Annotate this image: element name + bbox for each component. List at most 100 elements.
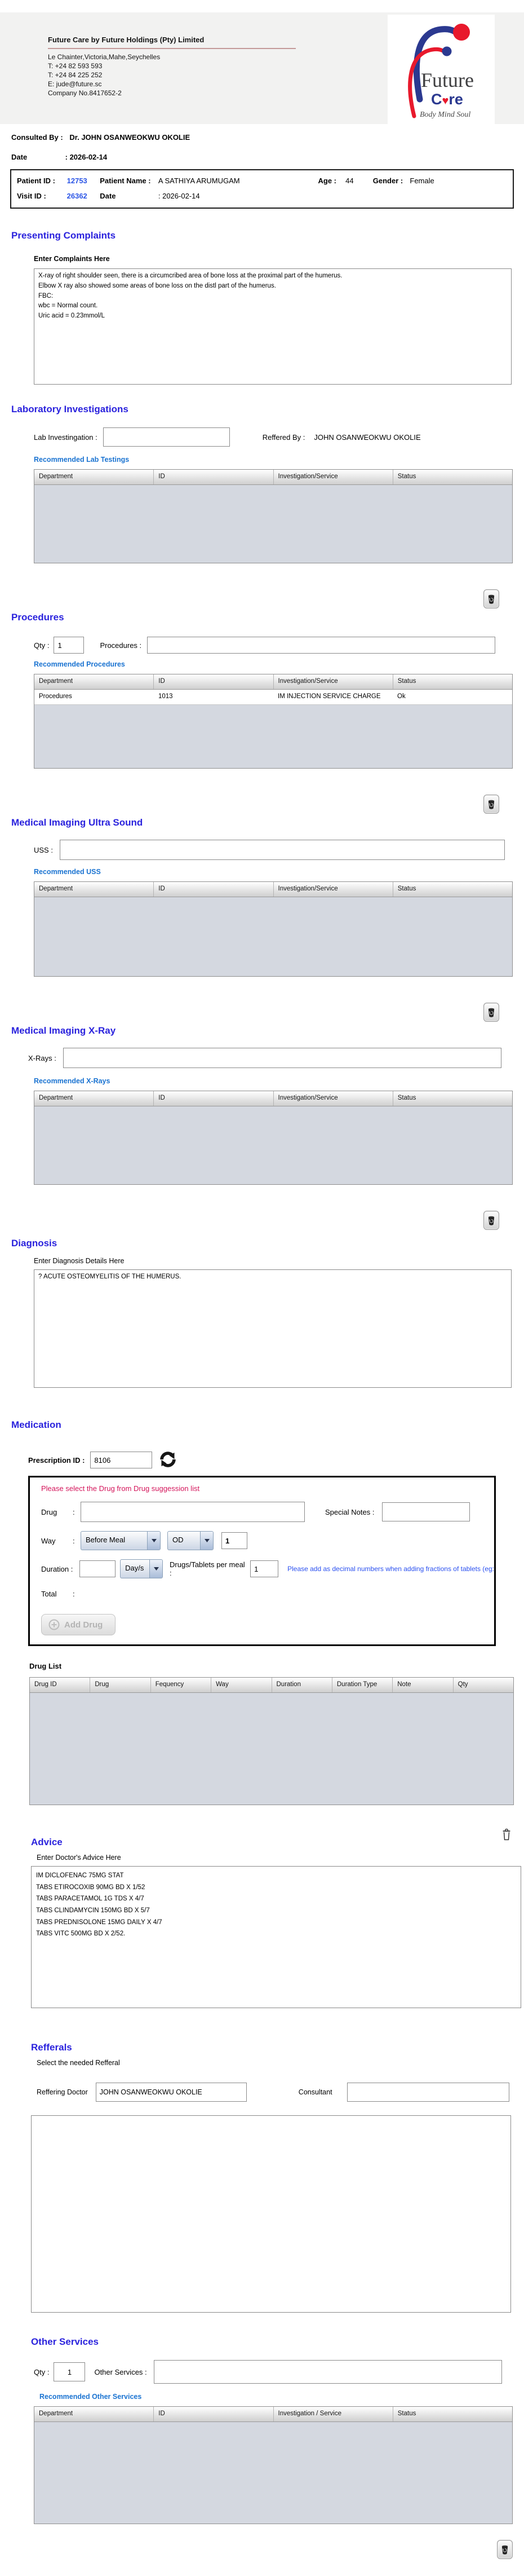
procedures-header-department: Department [34,674,154,689]
referred-by-value: JOHN OSANWEOKWU OKOLIE [314,433,421,442]
drug-suggestion-alert: Please select the Drug from Drug suggess… [41,1484,200,1493]
letterhead: Future Care by Future Holdings (Pty) Lim… [0,12,524,124]
advice-textarea[interactable]: IM DICLOFENAC 75MG STAT TABS ETIROCOXIB … [31,1866,521,2008]
uss-input[interactable] [59,840,505,860]
xrays-input[interactable] [63,1048,501,1068]
patient-info-row-1: Patient ID : 12753 Patient Name : A SATH… [17,177,508,185]
drug-header-duration-type: Duration Type [332,1678,393,1692]
chevron-down-icon [147,1532,160,1550]
referrals-title: Refferals [31,2042,72,2053]
procedures-table: Department ID Investigation/Service Stat… [34,674,513,769]
procedure-row-status: Ok [397,693,406,700]
way-colon: : [73,1536,75,1545]
uss-clear-trash-button[interactable] [483,1003,499,1022]
lab-investigation-input[interactable] [103,427,230,447]
company-number: Company No.8417652-2 [48,89,122,98]
procedures-table-row[interactable]: Procedures 1013 IM INJECTION SERVICE CHA… [34,690,512,705]
other-services-clear-trash-button[interactable] [497,2540,513,2559]
procedure-row-id: 1013 [158,693,173,700]
lab-clear-trash-button[interactable] [483,589,499,608]
complaints-textarea[interactable]: X-ray of right shoulder seen, there is a… [34,268,512,385]
other-services-title: Other Services [31,2336,99,2347]
other-header-department: Department [34,2407,154,2421]
add-drug-button[interactable]: Add Drug [41,1614,116,1635]
uss-table-header: Department ID Investigation/Service Stat… [34,882,512,897]
drug-input[interactable] [81,1502,305,1522]
chevron-down-icon [200,1532,213,1550]
referring-doctor-input[interactable] [95,2083,247,2102]
age-label: Age : [318,177,337,185]
prescription-refresh-button[interactable] [158,1450,178,1470]
uss-header-status: Status [397,885,416,892]
company-address: Le Chainter,Victoria,Mahe,Seychelles [48,52,161,61]
xray-header-service: Investigation/Service [274,1091,393,1106]
other-header-id: ID [154,2407,274,2421]
consulted-by-value: Dr. JOHN OSANWEOKWU OKOLIE [69,133,190,142]
referring-doctor-label: Reffering Doctor [37,2088,88,2096]
xray-table-body[interactable] [34,1106,512,1184]
other-services-input[interactable] [153,2360,502,2384]
procedures-clear-trash-button[interactable] [483,795,499,814]
procedures-table-body[interactable] [34,705,512,768]
referral-list-box[interactable] [31,2115,511,2313]
diagnosis-textarea[interactable]: ? ACUTE OSTEOMYELITIS OF THE HUMERUS. [34,1269,512,1388]
xrays-label: X-Rays : [28,1053,56,1062]
total-label: Total [41,1590,57,1598]
advice-header: Advice [0,1824,524,1848]
xray-header-status: Status [397,1095,416,1101]
way-select[interactable]: Before Meal [81,1531,161,1550]
uss-header-id: ID [154,882,274,897]
company-info: Future Care by Future Holdings (Pty) Lim… [48,35,296,98]
xray-table: Department ID Investigation/Service Stat… [34,1091,513,1185]
other-services-row: Qty : Other Services : [34,2360,524,2384]
special-notes-input[interactable] [382,1502,470,1521]
other-qty-input[interactable] [54,2362,86,2381]
consultant-input[interactable] [347,2083,509,2102]
future-care-logo-icon: Future C♥re Body Mind Soul [408,24,474,119]
other-services-table-body[interactable] [34,2422,512,2524]
consultation-date-row: Date : 2026-02-14 [11,153,524,161]
frequency-select[interactable]: OD [167,1531,214,1550]
trash-recycle-icon [488,1008,495,1017]
drug-row: Drug : Special Notes : [41,1502,494,1522]
per-meal-label: Drugs/Tablets per meal : [170,1560,245,1577]
procedures-input[interactable] [147,637,496,654]
advice-clear-trash-button[interactable] [498,1824,515,1845]
drug-list-body[interactable] [30,1693,513,1805]
plus-circle-icon [48,1619,60,1630]
xray-header-department: Department [34,1091,154,1106]
consultant-label: Consultant [298,2088,332,2096]
lab-table-body[interactable] [34,485,512,563]
drug-label: Drug [41,1507,57,1516]
procedure-row-department: Procedures [39,693,72,700]
prescription-id-label: Prescription ID : [28,1455,85,1465]
frequency-qty-input[interactable] [221,1532,247,1549]
company-logo: Future C♥re Body Mind Soul [388,15,495,124]
lab-header-department: Department [34,470,154,484]
other-services-table-header: Department ID Investigation / Service St… [34,2407,512,2422]
procedures-header-id: ID [154,674,274,689]
trash-recycle-icon [501,2545,508,2555]
lab-testings-table: Department ID Investigation/Service Stat… [34,469,513,563]
consultation-page: { "colors": { "section_title_blue": "#2a… [0,12,524,2559]
duration-unit-select[interactable]: Day/s [120,1559,163,1578]
diagnosis-title: Diagnosis [11,1238,57,1249]
duration-row: Duration : Day/s Drugs/Tablets per meal … [41,1559,494,1578]
consulted-by-row: Consulted By : Dr. JOHN OSANWEOKWU OKOLI… [11,133,524,142]
patient-info-row-2: Visit ID : 26362 Date : 2026-02-14 [17,192,508,200]
xray-table-header: Department ID Investigation/Service Stat… [34,1091,512,1106]
prescription-id-input[interactable] [90,1452,153,1468]
procedures-qty-input[interactable] [54,637,85,654]
trash-recycle-icon [488,800,495,809]
other-qty-label: Qty : [34,2367,50,2376]
patient-name-value: A SATHIYA ARUMUGAM [158,177,240,185]
per-meal-input[interactable] [250,1560,279,1577]
xray-clear-trash-button[interactable] [483,1211,499,1230]
procedures-header-service: Investigation/Service [274,674,393,689]
drug-header-way: Way [211,1678,272,1692]
uss-table-body[interactable] [34,897,512,976]
duration-input[interactable] [79,1560,116,1577]
lab-investigation-label: Lab Investingation : [34,433,97,442]
gender-label: Gender : [372,177,403,185]
recommended-uss-link: Recommended USS [34,868,101,876]
